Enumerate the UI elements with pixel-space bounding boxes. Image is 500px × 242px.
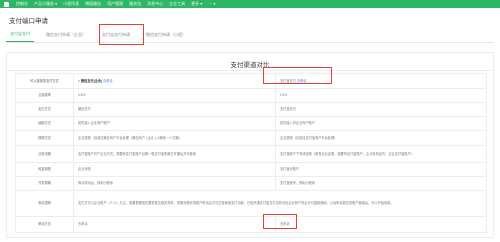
row-label: 申请说明 [15, 190, 74, 217]
col2-name: 支付宝支付 [280, 78, 296, 83]
nav-item-miniapps[interactable]: 小程序类 [63, 0, 79, 8]
comparison-table: 可以选择的支付方式 ● 微信支付(企业) 去申请 支付宝支付 去申请 交易费率 … [15, 73, 487, 233]
row-col1: 申请成功后，即刻小程序 [73, 176, 276, 191]
top-nav-bar: 控制台 产品与服务 ▾ 小程序类 增值服务 用户管理 服务包 消息中心 企业工具… [0, 0, 500, 8]
row-label: 交易费率 [15, 88, 74, 103]
wechat-apply-link[interactable]: 去申请 [73, 216, 276, 233]
header-col-alipay: 支付宝支付 去申请 [275, 73, 487, 89]
nav-item-service-packs[interactable]: 服务包 [129, 0, 141, 8]
row-label: 开发周期 [15, 176, 74, 191]
row-col2: 支付宝对账户 [275, 162, 487, 177]
row-col2: 支付宝支付 [275, 102, 487, 117]
table-row: 资金到账 企业对账 支付宝对账户 [15, 162, 487, 177]
nav-item-products[interactable]: 产品与服务 ▾ [34, 0, 57, 8]
tab-bar: 支付宝支付 微信支付申请（企业） 支付宝支付申请 微信支付申请（小程） [6, 27, 494, 43]
nav-item-console[interactable]: 控制台 [16, 0, 28, 8]
row-col1: 企业提现（请前往微信商户平台处理（微信商户 | 企业 | 小程序一人付款） [73, 130, 276, 146]
tab-alipay-apply[interactable]: 支付宝支付申请 [98, 32, 134, 42]
row-col2: 支付宝账户下完成设置（需有企业证照，需要有支付宝账户，企业有效证件，企业支付宝账… [275, 145, 487, 163]
panel-title: 支付渠道对比 [230, 62, 270, 69]
row-label: 资金到账 [15, 162, 74, 177]
header-col-wechat: ● 微信支付(企业) 去申请 [73, 73, 276, 89]
tab-wechat-miniapp[interactable]: 微信支付申请（小程） [142, 32, 190, 42]
nav-item-messages[interactable]: 消息中心 [147, 0, 163, 8]
row-col2: 0.6% [275, 88, 487, 103]
row-col1: 微信支付 [73, 102, 276, 117]
row-col1: 暂时接入企业商户账户 [73, 116, 276, 131]
tab-alipay[interactable]: 支付宝支付 [6, 31, 34, 42]
nav-item-value-added[interactable]: 增值服务 [85, 0, 101, 8]
table-row: 申请方式 去申请 去申请 [15, 216, 487, 233]
row-col1: 支付宝账户开户企业方式，需要有支付宝账户且第一笔支付宝收款已开通后方可使用 [73, 145, 276, 163]
row-col1: 企业对账 [73, 162, 276, 177]
table-header-row: 可以选择的支付方式 ● 微信支付(企业) 去申请 支付宝支付 去申请 [15, 73, 487, 89]
tab-wechat-enterprise[interactable]: 微信支付申请（企业） [42, 32, 90, 42]
table-row: 支付方式 微信支付 支付宝支付 [15, 102, 487, 117]
table-row: 交易费率 0.6% 0.6% [15, 88, 487, 103]
row-label: 适用方式 [15, 116, 74, 131]
table-row: 业务流程 支付宝账户开户企业方式，需要有支付宝账户且第一笔支付宝收款已开通后方可… [15, 145, 487, 163]
radio-icon[interactable]: ● [78, 79, 80, 83]
row-col2: 暂时接入的企业商户账户 [275, 116, 487, 131]
row-label: 提现方式 [15, 130, 74, 146]
table-row: 申请说明 支付方式以企业账户（个人）为主，需要根据相关要求提交相关材料，按照流程… [15, 190, 487, 217]
row-label: 申请方式 [15, 216, 74, 233]
nav-item-users[interactable]: 用户管理 [107, 0, 123, 8]
col2-apply-link[interactable]: 去申请 [297, 79, 307, 83]
table-row: 提现方式 企业提现（请前往微信商户平台处理（微信商户 | 企业 | 小程序一人付… [15, 130, 487, 146]
alipay-apply-link[interactable]: 去申请 [275, 216, 487, 233]
logo-icon [4, 1, 9, 7]
nav-item-overflow[interactable]: ··· ▾ [208, 0, 215, 8]
row-col2: 支付宝账号，即刻小程序 [275, 176, 487, 191]
row-col1: 0.6% [73, 88, 276, 103]
panel-divider [7, 70, 493, 71]
row-col2: 企业提现（请前往支付宝商户平台处理） [275, 130, 487, 146]
payment-comparison-panel: 支付渠道对比 可以选择的支付方式 ● 微信支付(企业) 去申请 支付宝支付 去申… [6, 52, 494, 238]
page-title: 支付端口申请 [9, 18, 48, 25]
row-label: 支付方式 [15, 102, 74, 117]
col1-name: 微信支付(企业) [80, 78, 103, 83]
nav-item-more[interactable]: 更多 ▾ [191, 0, 202, 8]
table-row: 开发周期 申请成功后，即刻小程序 支付宝账号，即刻小程序 [15, 176, 487, 191]
header-label: 可以选择的支付方式 [15, 73, 74, 89]
col1-apply-link[interactable]: 去申请 [103, 79, 113, 83]
row-col1: 支付方式以企业账户（个人）为主，需要根据相关要求提交相关材料，按照流程完成账户申… [73, 190, 487, 217]
nav-item-tools[interactable]: 企业工具 [169, 0, 185, 8]
row-label: 业务流程 [15, 145, 74, 163]
table-row: 适用方式 暂时接入企业商户账户 暂时接入的企业商户账户 [15, 116, 487, 131]
